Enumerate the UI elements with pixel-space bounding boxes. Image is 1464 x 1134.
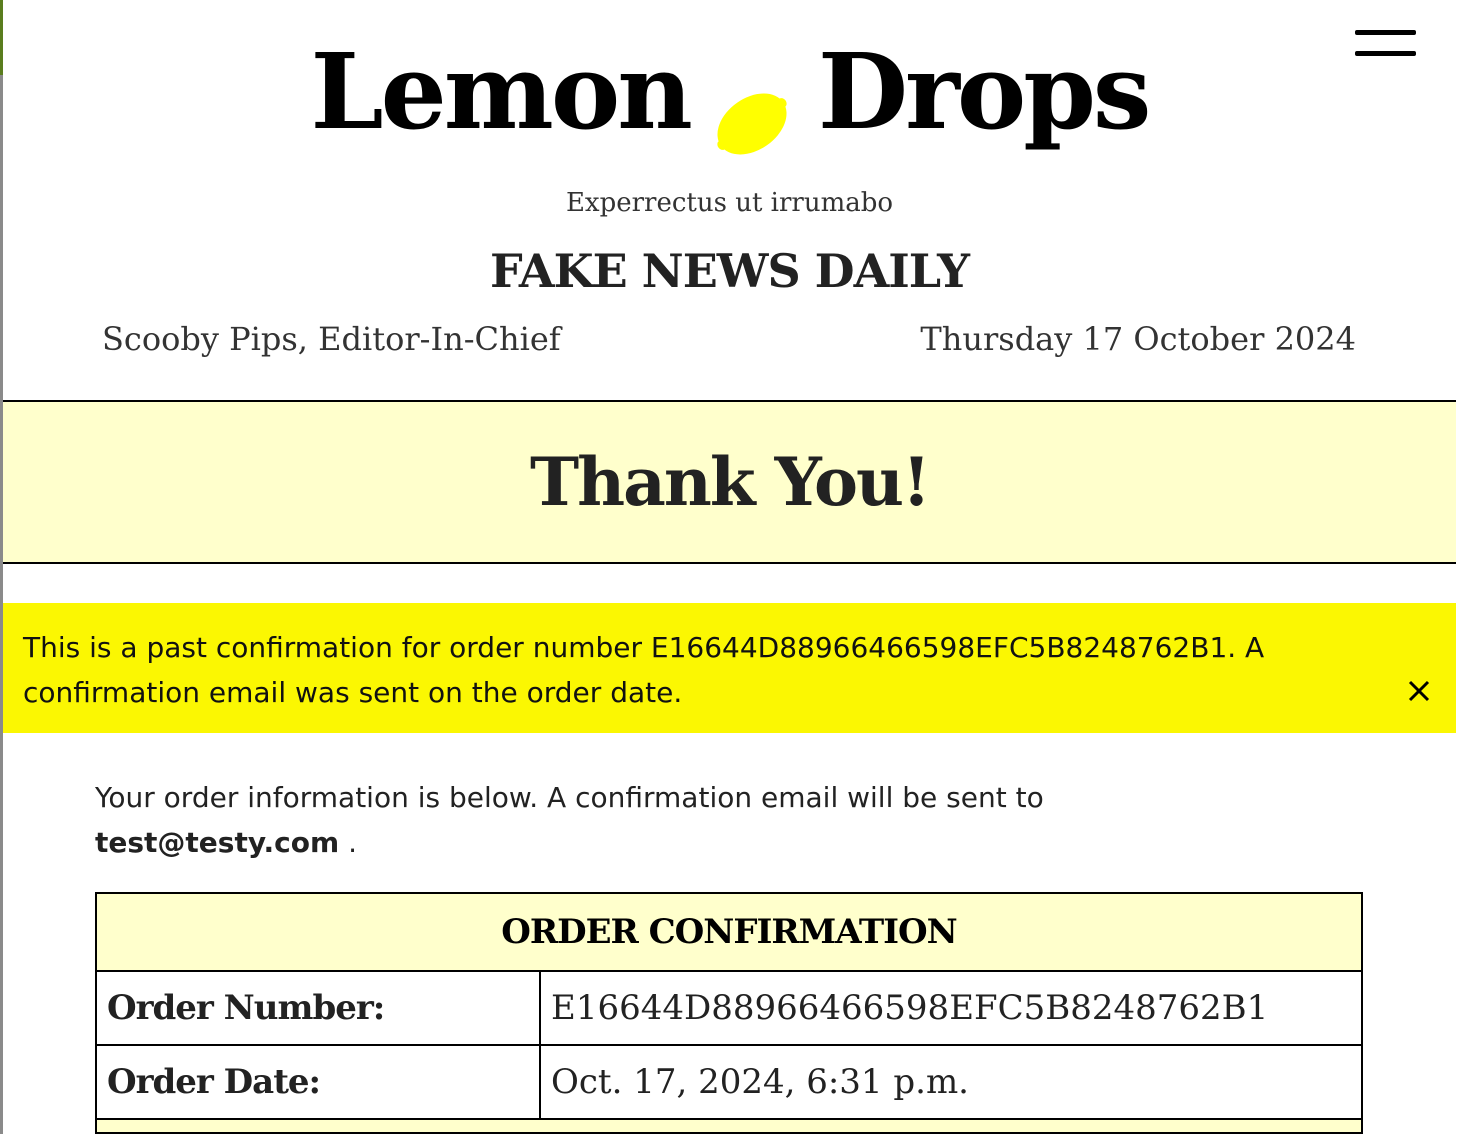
brand-word-left: Lemon	[310, 30, 693, 153]
page-title: Thank You!	[530, 443, 931, 521]
lemon-icon	[712, 58, 792, 155]
past-confirmation-alert: This is a past confirmation for order nu…	[3, 603, 1456, 733]
order-table-heading: ORDER CONFIRMATION	[95, 892, 1363, 972]
alert-message: This is a past confirmation for order nu…	[23, 631, 1265, 709]
site-logo[interactable]: Lemon Drops	[3, 22, 1456, 162]
intro-suffix: .	[339, 826, 357, 859]
order-number-label: Order Number:	[95, 970, 541, 1046]
table-row: Order Date: Oct. 17, 2024, 6:31 p.m.	[95, 1044, 1363, 1120]
intro-text: Your order information is below. A confi…	[95, 781, 1044, 814]
order-date-label: Order Date:	[95, 1044, 541, 1120]
tagline: Experrectus ut irrumabo	[565, 188, 894, 218]
close-icon[interactable]	[1403, 675, 1435, 707]
customer-email: test@testy.com	[95, 826, 340, 859]
next-row-partial	[95, 1118, 1363, 1134]
editor-credit: Scooby Pips, Editor-In-Chief	[102, 320, 561, 358]
order-confirmation-table: ORDER CONFIRMATION Order Number: E16644D…	[95, 892, 1363, 1134]
hamburger-icon[interactable]	[1355, 30, 1416, 58]
table-row: Order Number: E16644D88966466598EFC5B824…	[95, 970, 1363, 1046]
page: Lemon Drops Experrectus ut irrumabo FAKE…	[3, 0, 1456, 1134]
table-row	[95, 1118, 1363, 1134]
brand-word-right: Drops	[817, 30, 1152, 153]
order-number-value: E16644D88966466598EFC5B8248762B1	[539, 970, 1363, 1046]
order-date-value: Oct. 17, 2024, 6:31 p.m.	[539, 1044, 1363, 1120]
order-intro: Your order information is below. A confi…	[95, 775, 1295, 865]
menu-bar-bottom	[1355, 51, 1416, 56]
paper-name: FAKE NEWS DAILY	[489, 244, 970, 298]
dateline: Thursday 17 October 2024	[920, 320, 1356, 358]
thank-you-banner: Thank You!	[3, 400, 1456, 564]
menu-bar-top	[1355, 30, 1416, 35]
